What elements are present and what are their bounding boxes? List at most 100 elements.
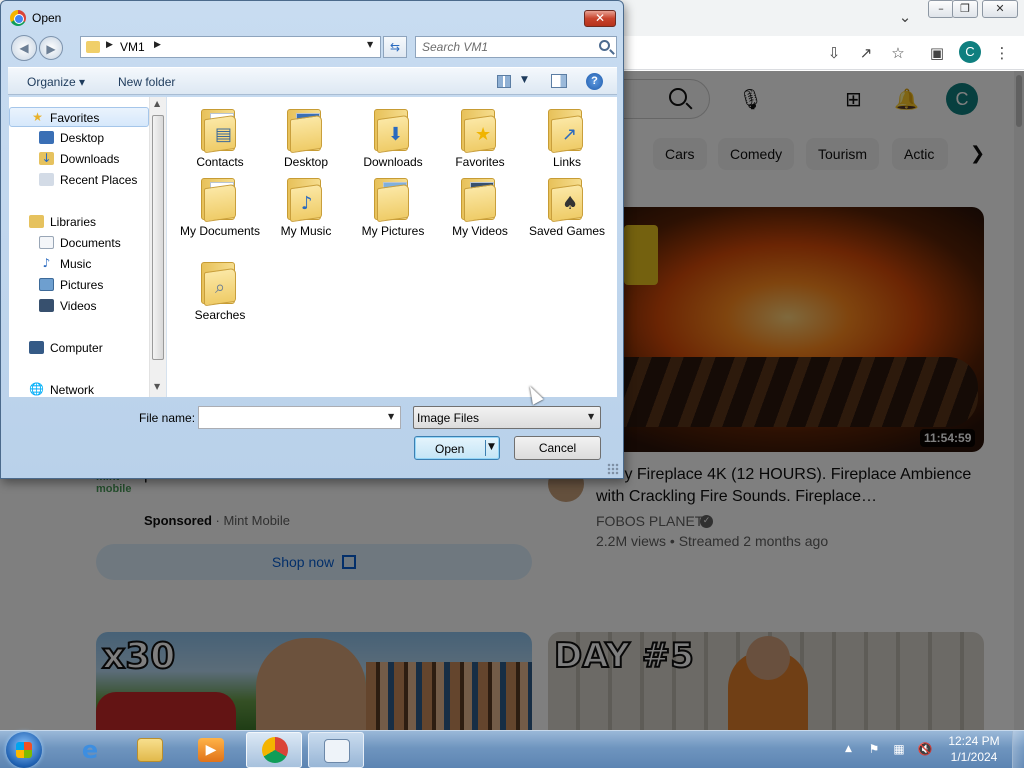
open-file-dialog: Open ✕ ◀ ▶ ▶ VM1 ▶ ▼ ⇆ Organize ▾ New fo… (0, 0, 624, 479)
folder-my-pictures[interactable]: My Pictures (351, 176, 435, 239)
open-button-label: Open (435, 442, 465, 456)
folder-my-music[interactable]: ♪ My Music (264, 176, 348, 239)
search-input[interactable] (422, 39, 592, 55)
music-icon: ♪ (42, 256, 51, 270)
nav-item-downloads[interactable]: ↓ Downloads (9, 149, 149, 169)
taskbar-open-dialog[interactable] (308, 732, 364, 768)
computer-icon (29, 341, 44, 354)
folder-searches[interactable]: ⌕ Searches (178, 260, 262, 323)
change-view-icon[interactable] (497, 75, 511, 88)
file-type-value: Image Files (417, 411, 480, 425)
breadcrumb-arrow-icon[interactable]: ▶ (106, 40, 113, 50)
file-name-input[interactable] (202, 410, 382, 425)
install-app-icon[interactable]: ⇩ (825, 44, 843, 62)
chevron-down-icon[interactable]: ▼ (388, 412, 394, 421)
taskbar-media-player[interactable]: ▶ (183, 732, 239, 768)
minimize-button[interactable]: – (928, 0, 954, 18)
nav-item-videos[interactable]: Videos (9, 296, 149, 316)
forward-arrow-icon[interactable]: ▶ (39, 36, 63, 60)
chevron-down-icon[interactable]: ▼ (367, 40, 373, 49)
organize-button[interactable]: Organize ▾ (27, 75, 85, 89)
nav-item-desktop[interactable]: Desktop (9, 128, 149, 148)
folder-saved-games[interactable]: ♠ Saved Games (525, 176, 609, 239)
profile-avatar[interactable]: C (959, 41, 981, 63)
windows-logo-icon (16, 742, 32, 758)
chevron-down-icon: ▼ (588, 412, 595, 421)
breadcrumb[interactable]: ▶ VM1 ▶ ▼ (80, 36, 381, 58)
clock-date[interactable]: 1/1/2024 (946, 750, 1002, 764)
command-bar: Organize ▾ New folder ▼ ? (8, 67, 617, 95)
recent-places-icon (39, 173, 54, 186)
file-explorer-icon (137, 738, 163, 762)
cancel-button[interactable]: Cancel (514, 436, 601, 460)
nav-item-music[interactable]: ♪ Music (9, 254, 149, 274)
folder-favorites[interactable]: ★ Favorites (438, 107, 522, 170)
tab-search-chevron-icon[interactable]: ⌄ (896, 8, 914, 26)
documents-icon (39, 236, 54, 249)
menu-kebab-icon[interactable]: ⋮ (993, 44, 1011, 62)
file-type-select[interactable]: Image Files ▼ (413, 406, 601, 429)
bookmark-star-icon[interactable]: ☆ (889, 44, 907, 62)
scroll-up-icon[interactable]: ▲ (154, 99, 160, 108)
restore-button[interactable]: ❐ (952, 0, 978, 18)
media-player-icon: ▶ (198, 738, 224, 762)
nav-item-computer[interactable]: Computer (9, 338, 149, 358)
nav-item-documents[interactable]: Documents (9, 233, 149, 253)
open-button[interactable]: Open ▼ (414, 436, 500, 460)
documents-folder-icon (201, 176, 239, 223)
volume-muted-icon[interactable]: 🔇 (917, 742, 933, 756)
saved-games-folder-icon: ♠ (548, 176, 586, 223)
nav-item-network[interactable]: 🌐 Network (9, 380, 149, 400)
search-icon[interactable] (599, 40, 610, 51)
dialog-title: Open (32, 11, 62, 25)
folder-downloads[interactable]: ⬇ Downloads (351, 107, 435, 170)
nav-item-favorites[interactable]: ★ Favorites (9, 107, 149, 127)
file-name-combobox[interactable]: ▼ (198, 406, 401, 429)
show-desktop-button[interactable] (1012, 731, 1024, 768)
folder-icon (86, 41, 100, 53)
taskbar-chrome[interactable] (246, 732, 302, 768)
folder-my-videos[interactable]: My Videos (438, 176, 522, 239)
folder-desktop[interactable]: Desktop (264, 107, 348, 170)
links-folder-icon: ↗ (548, 107, 586, 154)
navigation-scrollbar[interactable]: ▲ ▼ (149, 97, 166, 397)
downloads-icon: ↓ (39, 152, 54, 165)
back-arrow-icon[interactable]: ◀ (11, 35, 37, 61)
chrome-icon (262, 737, 288, 763)
preview-pane-icon[interactable] (551, 74, 567, 88)
folder-my-documents[interactable]: My Documents (178, 176, 262, 239)
share-icon[interactable]: ↗ (857, 44, 875, 62)
folder-links[interactable]: ↗ Links (525, 107, 609, 170)
start-button[interactable] (6, 732, 42, 768)
nav-item-recent-places[interactable]: Recent Places (9, 170, 149, 190)
refresh-button[interactable]: ⇆ (383, 36, 407, 58)
action-center-flag-icon[interactable]: ⚑ (866, 742, 882, 756)
resize-grip-icon[interactable] (607, 463, 619, 475)
scroll-thumb[interactable] (152, 115, 164, 360)
help-icon[interactable]: ? (586, 73, 603, 90)
search-box[interactable] (415, 36, 617, 58)
dialog-close-button[interactable]: ✕ (584, 10, 616, 27)
navigation-pane: ★ Favorites Desktop ↓ Downloads Recent P… (9, 97, 167, 397)
nav-item-pictures[interactable]: Pictures (9, 275, 149, 295)
taskbar-explorer[interactable] (122, 732, 178, 768)
breadcrumb-vm1[interactable]: VM1 (120, 40, 145, 54)
browser-close-button[interactable]: ✕ (982, 0, 1018, 18)
file-list-pane: ▤ Contacts Desktop ⬇ Downloads ★ Favorit… (167, 97, 617, 397)
videos-icon (39, 299, 54, 312)
folder-contacts[interactable]: ▤ Contacts (178, 107, 262, 170)
open-options-chevron-icon[interactable]: ▼ (488, 442, 495, 452)
network-status-icon[interactable]: ▦ (891, 742, 907, 756)
new-folder-button[interactable]: New folder (118, 75, 175, 89)
clock-time[interactable]: 12:24 PM (946, 734, 1002, 748)
internet-explorer-icon: e (81, 736, 99, 764)
side-panel-icon[interactable]: ▣ (928, 44, 946, 62)
breadcrumb-arrow-icon[interactable]: ▶ (154, 40, 161, 50)
star-icon: ★ (32, 110, 43, 124)
nav-item-libraries[interactable]: Libraries (9, 212, 149, 232)
taskbar-internet-explorer[interactable]: e (62, 732, 118, 768)
scroll-down-icon[interactable]: ▼ (154, 382, 160, 391)
show-hidden-icons-icon[interactable]: ▲ (845, 744, 852, 754)
view-options-chevron-icon[interactable]: ▼ (521, 75, 528, 85)
file-name-label: File name: (139, 411, 196, 425)
